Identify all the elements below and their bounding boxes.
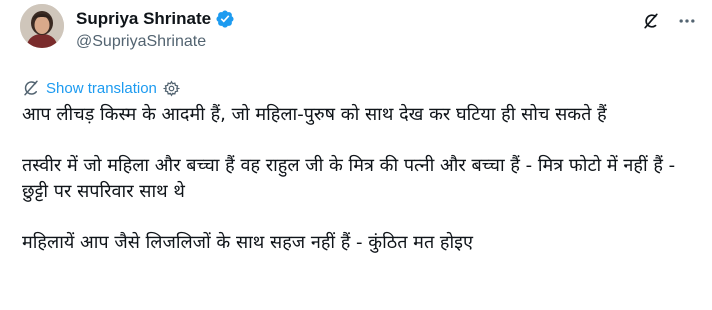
tweet-paragraph: तस्वीर में जो महिला और बच्चा हैं वह राहु… bbox=[22, 155, 676, 202]
display-name[interactable]: Supriya Shrinate bbox=[76, 9, 211, 29]
tweet-paragraph: महिलायें आप जैसे लिजलिजों के साथ सहज नही… bbox=[22, 232, 473, 253]
translate-icon bbox=[22, 79, 40, 97]
translation-row: Show translation bbox=[22, 78, 181, 98]
display-name-row: Supriya Shrinate bbox=[76, 8, 235, 30]
handle[interactable]: @SupriyaShrinate bbox=[76, 33, 235, 51]
gear-icon[interactable] bbox=[162, 80, 181, 97]
tweet-text: आप लीचड़ किस्म के आदमी हैं, जो महिला-पुर… bbox=[22, 102, 702, 256]
tweet: Supriya Shrinate @SupriyaShrinate Show t… bbox=[0, 0, 712, 310]
verified-badge-icon bbox=[215, 9, 235, 29]
show-translation-link[interactable]: Show translation bbox=[46, 80, 157, 97]
author-info: Supriya Shrinate @SupriyaShrinate bbox=[76, 8, 235, 51]
top-actions bbox=[626, 10, 698, 32]
more-icon[interactable] bbox=[676, 10, 698, 32]
grok-icon[interactable] bbox=[640, 10, 662, 32]
tweet-paragraph: आप लीचड़ किस्म के आदमी हैं, जो महिला-पुर… bbox=[22, 104, 607, 125]
avatar[interactable] bbox=[20, 4, 64, 48]
